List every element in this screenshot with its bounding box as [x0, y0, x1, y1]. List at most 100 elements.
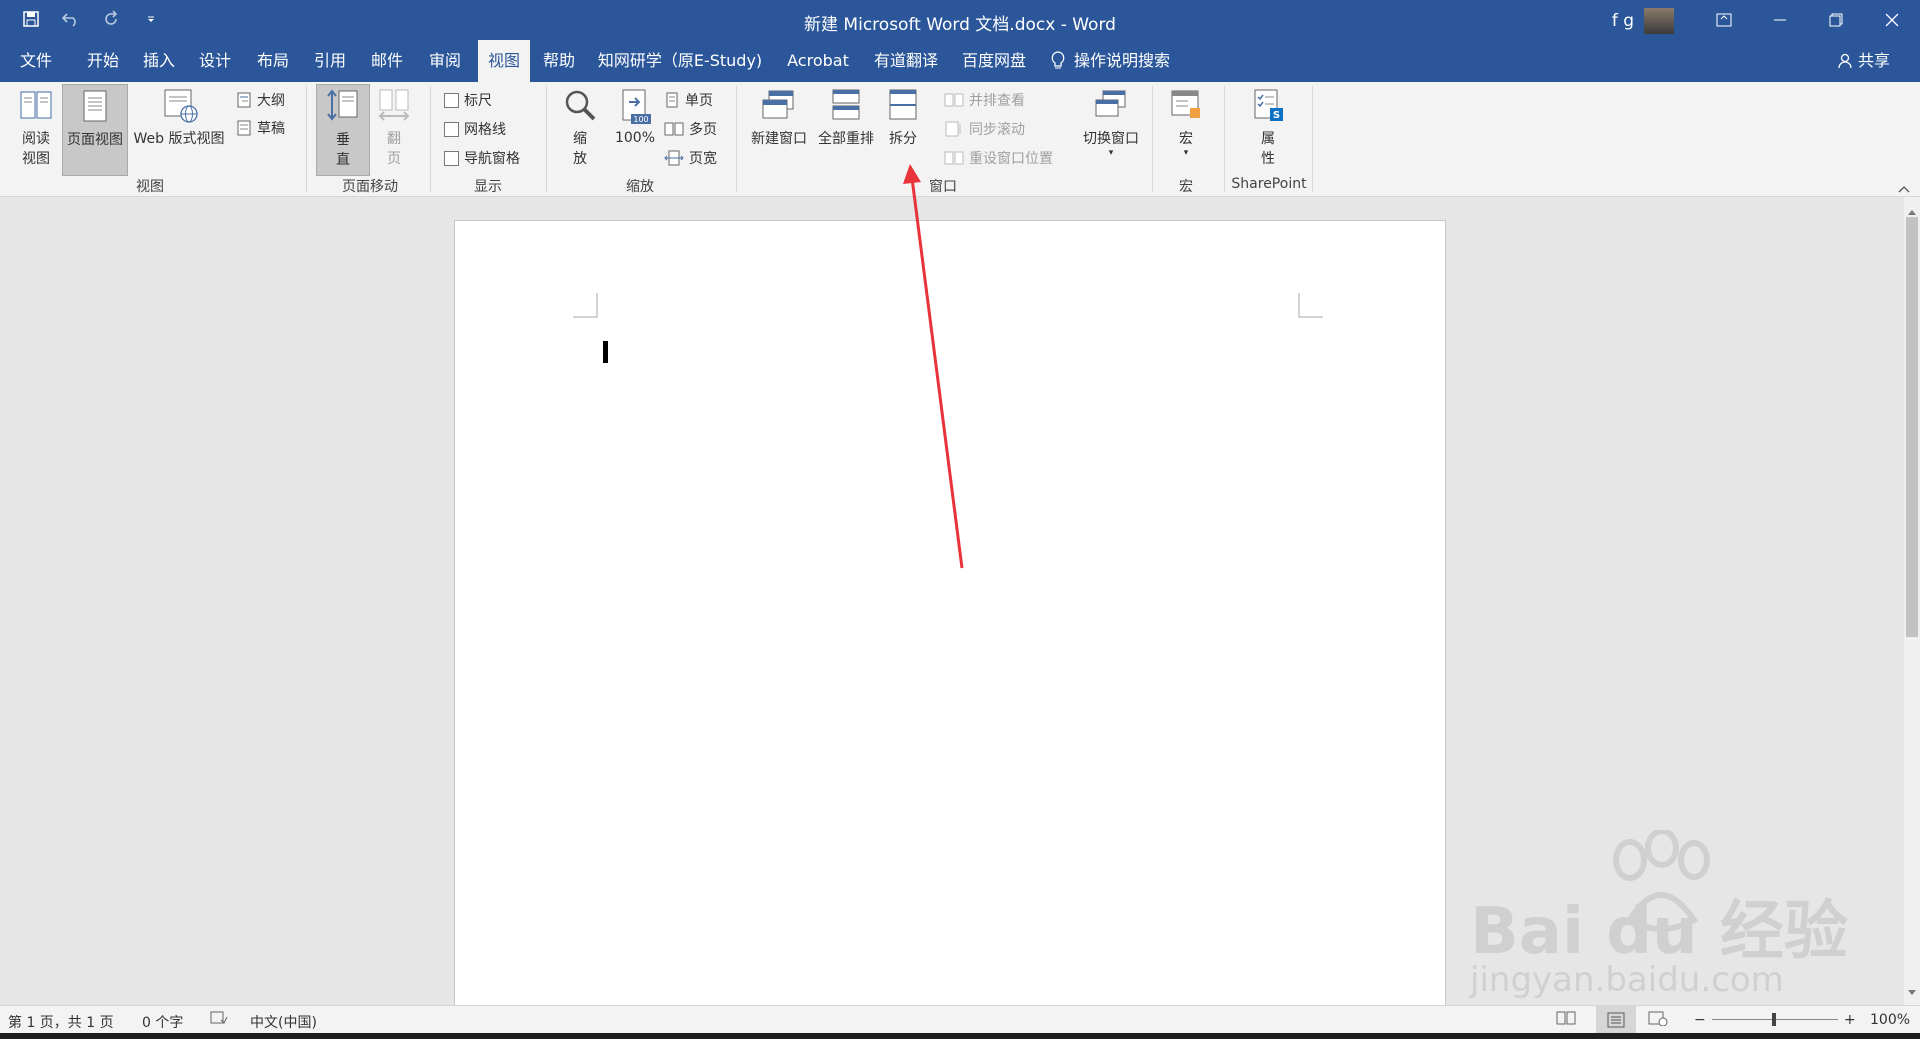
zoom-slider-thumb[interactable] — [1772, 1013, 1776, 1026]
tell-me-search[interactable]: 操作说明搜索 — [1050, 40, 1180, 82]
tab-file[interactable]: 文件 — [8, 40, 64, 82]
one-page-label: 单页 — [685, 93, 713, 109]
restore-button[interactable] — [1808, 0, 1864, 40]
group-separator — [1312, 86, 1313, 192]
share-label: 共享 — [1857, 51, 1890, 70]
language[interactable]: 中文(中国) — [250, 1012, 317, 1032]
gridlines-check-box[interactable] — [444, 121, 459, 137]
sync-scroll-button[interactable]: 同步滚动 — [944, 119, 1025, 139]
vertical-label-2: 直 — [336, 152, 350, 168]
new-window-label: 新建窗口 — [751, 131, 807, 147]
macros-button[interactable]: 宏 ▾ — [1164, 88, 1208, 158]
scroll-down-arrow[interactable] — [1907, 982, 1917, 1001]
zoom-slider[interactable] — [1712, 1013, 1838, 1026]
zoom-level[interactable]: 100% — [1870, 1012, 1910, 1028]
nav-pane-check-box[interactable] — [444, 150, 459, 166]
minimize-button[interactable] — [1752, 0, 1808, 40]
side-by-side-label: 并排查看 — [969, 93, 1025, 109]
outline-label: 大纲 — [257, 93, 285, 109]
document-page[interactable] — [454, 220, 1446, 1022]
tab-insert[interactable]: 插入 — [134, 40, 184, 82]
person-icon — [1838, 53, 1852, 69]
tab-design[interactable]: 设计 — [190, 40, 240, 82]
status-bar: 第 1 页，共 1 页 0 个字 中文(中国) − + 100% — [0, 1005, 1920, 1034]
draft-button[interactable]: 草稿 — [236, 118, 285, 138]
zoom-out-button[interactable]: − — [1694, 1012, 1706, 1028]
sync-scroll-label: 同步滚动 — [969, 122, 1025, 138]
page-width-button[interactable]: 页宽 — [664, 148, 717, 168]
zoom-button[interactable]: 缩 放 — [558, 88, 602, 168]
web-layout-label: Web 版式视图 — [133, 131, 225, 147]
arrange-all-button[interactable]: 全部重排 — [814, 88, 878, 148]
new-window-button[interactable]: 新建窗口 — [746, 88, 812, 148]
tab-cnki-estudy[interactable]: 知网研学（原E-Study) — [596, 40, 764, 82]
tab-home[interactable]: 开始 — [78, 40, 128, 82]
switch-windows-button[interactable]: 切换窗口 ▾ — [1076, 88, 1146, 158]
multiple-pages-label: 多页 — [689, 122, 717, 138]
properties-button[interactable]: S 属 性 — [1246, 88, 1290, 168]
group-separator — [546, 86, 547, 192]
web-layout-button[interactable]: Web 版式视图 — [128, 88, 230, 148]
svg-text:100: 100 — [633, 115, 648, 124]
zoom-100-button[interactable]: 100 100% — [610, 88, 660, 146]
scrollbar-thumb[interactable] — [1906, 217, 1918, 637]
ribbon-display-options-button[interactable] — [1696, 0, 1752, 40]
ruler-check-box[interactable] — [444, 92, 459, 108]
nav-pane-label: 导航窗格 — [464, 151, 520, 167]
close-button[interactable] — [1864, 0, 1920, 40]
vertical-move-button[interactable]: 垂 直 — [316, 84, 370, 176]
one-page-icon — [666, 92, 678, 108]
properties-label-1: 属 — [1261, 131, 1275, 147]
margin-corner-top-left — [573, 293, 598, 318]
outline-button[interactable]: 大纲 — [236, 90, 285, 110]
title-bar: 新建 Microsoft Word 文档.docx - Word f g — [0, 0, 1920, 40]
zoom-100-label: 100% — [614, 130, 656, 146]
sync-scroll-icon — [945, 121, 961, 137]
user-account[interactable]: f g — [1612, 8, 1674, 34]
tab-layout[interactable]: 布局 — [248, 40, 298, 82]
macros-icon — [1171, 90, 1200, 118]
read-mode-label-1: 阅读 — [22, 131, 50, 147]
page-count[interactable]: 第 1 页，共 1 页 — [8, 1012, 114, 1032]
tab-view[interactable]: 视图 — [478, 40, 530, 82]
ruler-label: 标尺 — [464, 93, 492, 109]
group-separator — [306, 86, 307, 192]
web-layout-status-icon[interactable] — [1648, 1010, 1668, 1030]
tab-acrobat[interactable]: Acrobat — [782, 40, 854, 82]
gridlines-label: 网格线 — [464, 122, 506, 138]
multiple-pages-button[interactable]: 多页 — [664, 119, 717, 139]
tab-youdao-translate[interactable]: 有道翻译 — [870, 40, 942, 82]
one-page-button[interactable]: 单页 — [664, 90, 713, 110]
nav-pane-checkbox[interactable]: 导航窗格 — [444, 148, 520, 168]
read-mode-button[interactable]: 阅读 视图 — [12, 88, 60, 168]
vertical-scroll-icon — [327, 89, 358, 121]
gridlines-checkbox[interactable]: 网格线 — [444, 119, 506, 139]
tab-review[interactable]: 审阅 — [420, 40, 470, 82]
ruler-checkbox[interactable]: 标尺 — [444, 90, 492, 110]
text-cursor — [603, 341, 608, 363]
zoom-100-icon: 100 — [622, 89, 651, 124]
side-by-side-icon — [944, 93, 964, 107]
tab-help[interactable]: 帮助 — [534, 40, 584, 82]
avatar[interactable] — [1644, 8, 1674, 34]
ribbon-tabs: 文件 开始 插入 设计 布局 引用 邮件 审阅 视图 帮助 知网研学（原E-St… — [0, 40, 1920, 82]
split-button[interactable]: 拆分 — [880, 88, 926, 148]
vertical-scrollbar[interactable] — [1904, 197, 1920, 1005]
reset-window-position-button[interactable]: 重设窗口位置 — [944, 148, 1053, 168]
share-button[interactable]: 共享 — [1838, 40, 1890, 82]
print-layout-button[interactable]: 页面视图 — [62, 84, 128, 176]
tab-mailings[interactable]: 邮件 — [362, 40, 412, 82]
read-mode-status-icon[interactable] — [1556, 1010, 1576, 1030]
proofing-icon[interactable] — [210, 1010, 228, 1030]
group-separator — [1224, 86, 1225, 192]
zoom-in-button[interactable]: + — [1844, 1012, 1856, 1028]
side-to-side-button[interactable]: 翻 页 — [372, 88, 416, 168]
tab-baidu-netdisk[interactable]: 百度网盘 — [958, 40, 1030, 82]
collapse-ribbon-icon[interactable] — [1898, 178, 1910, 197]
print-layout-status-icon[interactable] — [1596, 1006, 1636, 1034]
tab-references[interactable]: 引用 — [305, 40, 355, 82]
view-side-by-side-button[interactable]: 并排查看 — [944, 90, 1025, 110]
magnifier-icon — [565, 90, 596, 121]
switch-windows-label: 切换窗口 — [1083, 131, 1139, 147]
word-count[interactable]: 0 个字 — [142, 1012, 183, 1032]
